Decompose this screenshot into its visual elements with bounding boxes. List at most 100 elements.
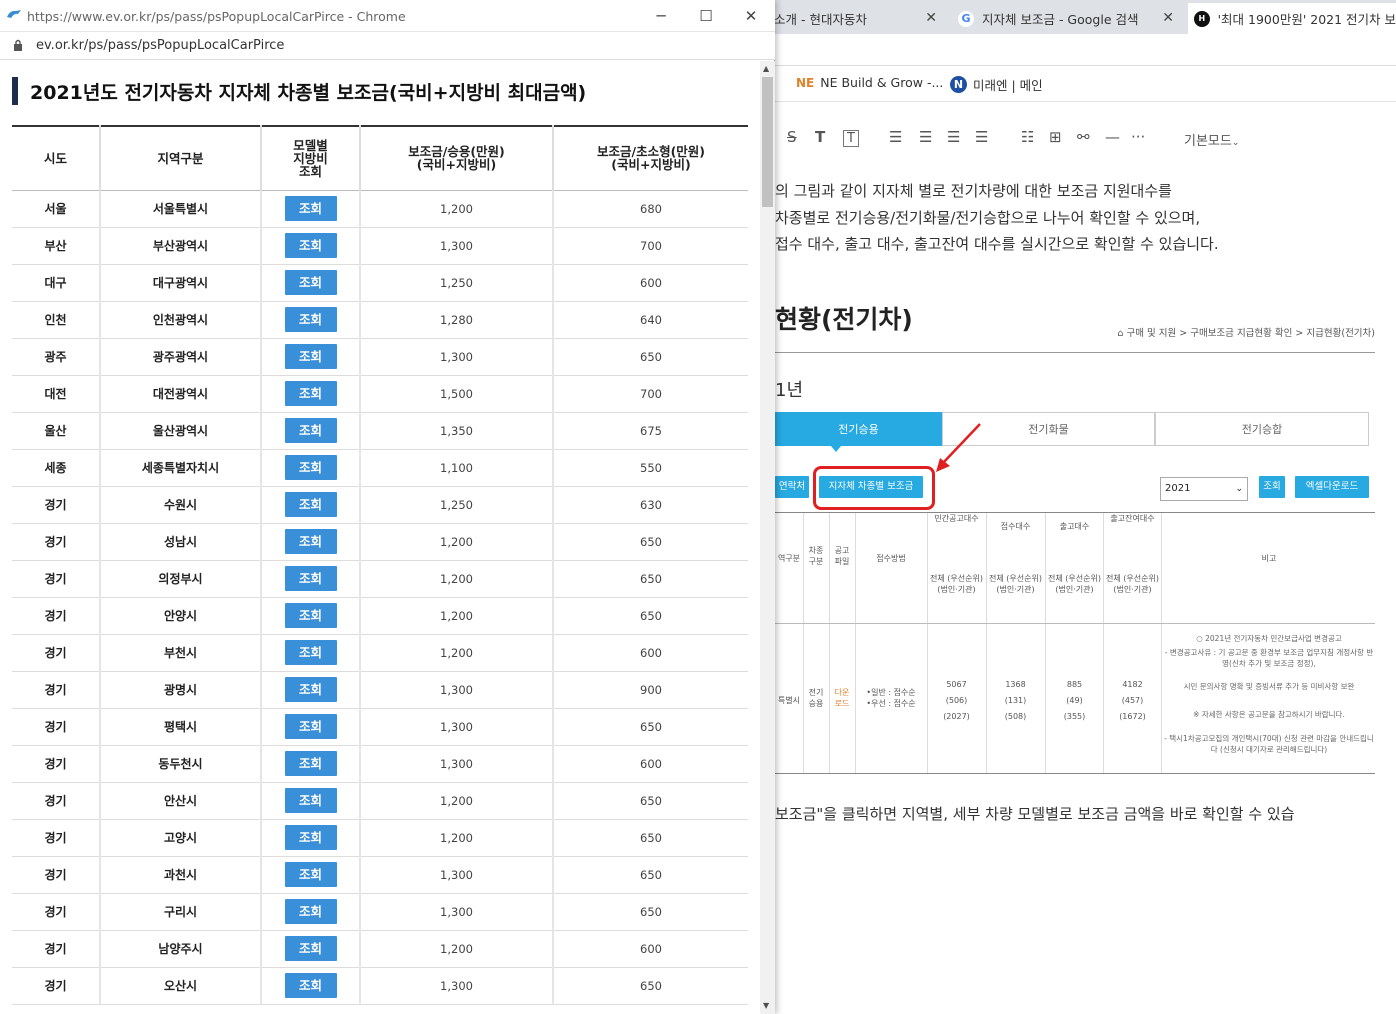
more-icon[interactable]: ···: [1131, 128, 1145, 146]
cell-region: 세종특별자치시: [99, 449, 261, 487]
strikethrough-icon[interactable]: S: [787, 128, 797, 146]
lookup-button[interactable]: 조회: [284, 344, 337, 369]
cell-sido: 경기: [12, 523, 100, 561]
cell-lookup: 조회: [260, 523, 360, 561]
lookup-button[interactable]: 조회: [284, 936, 337, 961]
cell-passenger-subsidy: 1,250: [359, 264, 553, 302]
n-logo-icon: N: [950, 76, 967, 93]
search-button: 조회: [1259, 476, 1285, 498]
cell-region: 성남시: [99, 523, 261, 561]
table-row: 부산 부산광역시 조회 1,300 700: [12, 227, 748, 265]
align-left-icon[interactable]: ☰: [889, 128, 902, 146]
link-icon[interactable]: ⚯: [1077, 128, 1090, 146]
close-icon[interactable]: ✕: [925, 10, 937, 26]
paragraph: 차종별로 전기승용/전기화물/전기승합으로 나누어 확인할 수 있으며,: [775, 209, 1201, 227]
cell-sido: 광주: [12, 338, 100, 376]
cell-micro-subsidy: 900: [552, 671, 748, 709]
minimize-button[interactable]: ─: [646, 4, 676, 28]
lookup-button[interactable]: 조회: [284, 788, 337, 813]
cell-passenger-subsidy: 1,200: [359, 560, 553, 598]
scroll-up-icon[interactable]: ▲: [763, 64, 769, 73]
tab-hyundai[interactable]: 소개 - 현대자동차 ✕: [770, 3, 945, 34]
cell-region: 의정부시: [99, 560, 261, 598]
divider-icon[interactable]: —: [1105, 128, 1120, 146]
tab-google-search[interactable]: G 지자체 보조금 - Google 검색 ✕: [950, 3, 1182, 34]
cell-passenger-subsidy: 1,300: [359, 967, 553, 1005]
cell-passenger-subsidy: 1,200: [359, 930, 553, 968]
lookup-button[interactable]: 조회: [284, 455, 337, 480]
lookup-button[interactable]: 조회: [284, 973, 337, 998]
cell-region: 부천시: [99, 634, 261, 672]
vertical-scrollbar[interactable]: ▲ ▼: [760, 61, 775, 1014]
popup-content: 2021년도 전기자동차 지자체 차종별 보조금(국비+지방비 최대금액) 시도…: [0, 61, 760, 1014]
align-right-icon[interactable]: ☰: [947, 128, 960, 146]
lookup-button[interactable]: 조회: [284, 270, 337, 295]
list-icon[interactable]: ☷: [1021, 128, 1034, 146]
lookup-button[interactable]: 조회: [284, 899, 337, 924]
lookup-button[interactable]: 조회: [284, 640, 337, 665]
data-cell: 전기승용: [808, 688, 824, 708]
cell-micro-subsidy: 650: [552, 856, 748, 894]
lookup-button[interactable]: 조회: [284, 714, 337, 739]
tab-news-article[interactable]: H '최대 1900만원' 2021 전기차 보: [1188, 3, 1396, 34]
scrollbar-thumb[interactable]: [762, 77, 773, 207]
lookup-button[interactable]: 조회: [284, 566, 337, 591]
lookup-button[interactable]: 조회: [284, 825, 337, 850]
tab-label: '최대 1900만원' 2021 전기차 보: [1217, 12, 1396, 27]
heading-accent-bar: [12, 77, 18, 105]
lookup-button[interactable]: 조회: [284, 862, 337, 887]
text-background-icon[interactable]: T: [843, 130, 859, 147]
column-header-sido: 시도: [12, 126, 100, 191]
cell-lookup: 조회: [260, 930, 360, 968]
subsidy-table: 시도 지역구분 모델별 지방비 조회 보조금/승용(만원) (국비+지방비) 보…: [12, 125, 748, 1005]
scroll-down-icon[interactable]: ▼: [763, 1001, 769, 1010]
google-icon: G: [958, 10, 974, 27]
align-center-icon[interactable]: ☰: [919, 128, 932, 146]
tab-ev-passenger: 전기승용: [775, 412, 942, 446]
breadcrumb: ⌂ 구매 및 지원 > 구매보조금 지급현황 확인 > 지급현황(전기차): [1117, 325, 1375, 339]
cell-sido: 인천: [12, 301, 100, 339]
align-justify-icon[interactable]: ☰: [975, 128, 988, 146]
cell-lookup: 조회: [260, 967, 360, 1005]
lookup-button[interactable]: 조회: [284, 677, 337, 702]
col-divider: [803, 513, 804, 773]
bookmark-miraen[interactable]: N 미래엔 | 메인: [950, 75, 1043, 94]
cell-sido: 경기: [12, 819, 100, 857]
lookup-button[interactable]: 조회: [284, 233, 337, 258]
cell-lookup: 조회: [260, 671, 360, 709]
subheader-cell: 전체 (우선순위) (법인·기관): [1106, 574, 1159, 594]
cell-lookup: 조회: [260, 893, 360, 931]
highlight-box: [813, 466, 935, 510]
header-cell: 역구분: [777, 554, 801, 563]
cell-sido: 서울: [12, 190, 100, 228]
table-icon[interactable]: ⊞: [1049, 128, 1062, 146]
url-text[interactable]: ev.or.kr/ps/pass/psPopupLocalCarPirce: [36, 38, 284, 53]
cell-micro-subsidy: 700: [552, 375, 748, 413]
col-divider: [1045, 513, 1046, 773]
column-header-region: 지역구분: [99, 126, 261, 191]
close-button[interactable]: ✕: [736, 4, 766, 28]
text-color-icon[interactable]: T: [815, 128, 825, 146]
lookup-button[interactable]: 조회: [284, 603, 337, 628]
cell-region: 남양주시: [99, 930, 261, 968]
maximize-button[interactable]: ☐: [691, 4, 721, 28]
bookmark-ne-build[interactable]: NE NE Build & Grow -...: [796, 75, 943, 90]
cell-micro-subsidy: 550: [552, 449, 748, 487]
cell-region: 대구광역시: [99, 264, 261, 302]
ev-logo-icon: [7, 10, 21, 18]
table-row: 경기 남양주시 조회 1,200 600: [12, 930, 748, 968]
cell-sido: 경기: [12, 856, 100, 894]
lookup-button[interactable]: 조회: [284, 529, 337, 554]
chevron-down-icon: ⌄: [1235, 484, 1243, 494]
close-icon[interactable]: ✕: [1162, 10, 1174, 26]
mode-select[interactable]: 기본모드⌄: [1184, 130, 1239, 149]
cell-region: 고양시: [99, 819, 261, 857]
lookup-button[interactable]: 조회: [284, 307, 337, 332]
lookup-button[interactable]: 조회: [284, 492, 337, 517]
lookup-button[interactable]: 조회: [284, 418, 337, 443]
lookup-button[interactable]: 조회: [284, 196, 337, 221]
lookup-button[interactable]: 조회: [284, 751, 337, 776]
embedded-screenshot: 현황(전기차) ⌂ 구매 및 지원 > 구매보조금 지급현황 확인 > 지급현황…: [775, 290, 1375, 780]
data-cell: 5067 (506) (2027): [943, 680, 970, 721]
lookup-button[interactable]: 조회: [284, 381, 337, 406]
